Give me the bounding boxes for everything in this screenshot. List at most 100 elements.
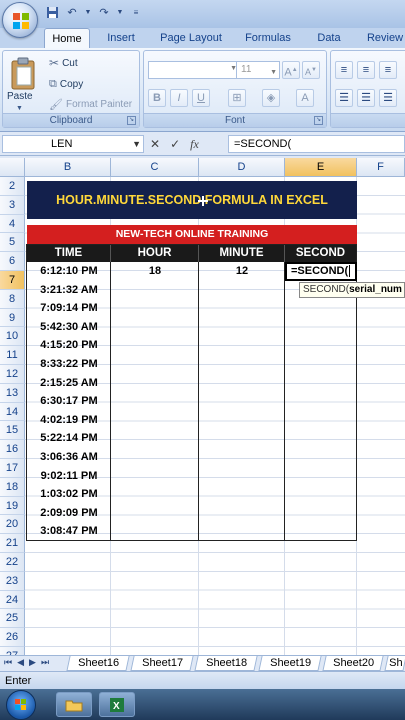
row-header-11[interactable]: 11 <box>0 346 25 365</box>
row-header-22[interactable]: 22 <box>0 553 25 572</box>
row-header-17[interactable]: 17 <box>0 459 25 478</box>
enter-check-icon[interactable]: ✓ <box>170 137 180 151</box>
column-header-c[interactable]: C <box>111 158 199 177</box>
next-sheet-icon[interactable]: ▶ <box>29 657 36 668</box>
name-box-dropdown-icon[interactable]: ▼ <box>132 136 141 152</box>
row-header-2[interactable]: 2 <box>0 177 25 196</box>
start-button[interactable] <box>6 690 36 720</box>
font-size-dropdown-icon[interactable]: ▼ <box>270 65 277 81</box>
row-header-12[interactable]: 12 <box>0 365 25 384</box>
column-header-e[interactable]: E <box>285 158 357 177</box>
row-header-3[interactable]: 3 <box>0 195 25 215</box>
sheet-tab-19[interactable]: Sheet19 <box>258 656 322 671</box>
font-size-combo[interactable]: 11 ▼ <box>236 61 280 79</box>
font-color-icon[interactable]: A <box>296 89 314 107</box>
font-launcher-icon[interactable]: ↘ <box>314 116 323 125</box>
last-sheet-icon[interactable]: ⏭ <box>41 657 49 668</box>
time-cell[interactable]: 4:02:19 PM <box>27 411 111 430</box>
sheet-subtitle-banner[interactable]: NEW-TECH ONLINE TRAINING <box>27 225 357 244</box>
column-header-f[interactable]: F <box>357 158 405 177</box>
row-header-8[interactable]: 8 <box>0 289 25 309</box>
tab-insert[interactable]: Insert <box>98 28 144 48</box>
paste-icon[interactable] <box>9 57 39 91</box>
header-minute[interactable]: MINUTE <box>199 244 285 262</box>
align-middle-icon[interactable]: ≡ <box>357 61 375 79</box>
time-cell[interactable]: 8:33:22 PM <box>27 355 111 374</box>
sheet-tab-16[interactable]: Sheet16 <box>66 656 130 671</box>
time-cell[interactable]: 7:09:14 PM <box>27 299 111 318</box>
select-all-corner[interactable] <box>0 158 25 177</box>
customize-qat-icon[interactable]: ≡ <box>128 4 144 20</box>
undo-icon[interactable]: ↶ <box>64 4 80 20</box>
row-header-15[interactable]: 15 <box>0 421 25 441</box>
format-painter-button[interactable]: 🖌 Format Painter <box>49 96 132 112</box>
row-header-19[interactable]: 19 <box>0 496 25 516</box>
time-cell[interactable]: 3:08:47 PM <box>27 522 111 541</box>
time-cell[interactable]: 5:22:14 PM <box>27 429 111 448</box>
sheet-tab-partial[interactable]: Sh <box>384 656 405 671</box>
cut-button[interactable]: ✂ Cut <box>49 55 78 71</box>
italic-button[interactable]: I <box>170 89 188 107</box>
redo-dropdown-icon[interactable]: ▼ <box>116 4 124 20</box>
cancel-icon[interactable]: ✕ <box>150 137 160 151</box>
tab-home[interactable]: Home <box>44 28 90 48</box>
time-cell[interactable]: 2:15:25 AM <box>27 374 111 393</box>
name-box[interactable]: LEN ▼ <box>2 135 144 153</box>
office-button[interactable] <box>2 2 38 38</box>
save-icon[interactable] <box>44 4 60 20</box>
row-header-20[interactable]: 20 <box>0 515 25 535</box>
header-time[interactable]: TIME <box>27 244 111 262</box>
tab-page-layout[interactable]: Page Layout <box>153 28 229 48</box>
align-left-icon[interactable]: ☰ <box>335 89 353 107</box>
time-cell[interactable]: 4:15:20 PM <box>27 336 111 355</box>
paste-dropdown-icon[interactable]: ▼ <box>16 105 23 112</box>
fill-color-icon[interactable]: ◈ <box>262 89 280 107</box>
first-sheet-icon[interactable]: ⏮ <box>4 657 12 668</box>
taskbar-explorer[interactable] <box>56 692 92 717</box>
align-right-icon[interactable]: ☰ <box>379 89 397 107</box>
row-header-16[interactable]: 16 <box>0 440 25 459</box>
row-header-23[interactable]: 23 <box>0 571 25 591</box>
redo-icon[interactable]: ↷ <box>96 4 112 20</box>
time-cell[interactable]: 3:21:32 AM <box>27 281 111 300</box>
grow-font-button[interactable]: A▲ <box>282 61 300 79</box>
time-cell[interactable]: 5:42:30 AM <box>27 318 111 337</box>
sheet-tab-17[interactable]: Sheet17 <box>130 656 194 671</box>
time-cell[interactable]: 6:12:10 PM <box>27 262 111 281</box>
undo-dropdown-icon[interactable]: ▼ <box>84 4 92 20</box>
borders-icon[interactable]: ⊞ <box>228 89 246 107</box>
align-top-icon[interactable]: ≡ <box>335 61 353 79</box>
sheet-title-banner[interactable]: HOUR.MINUTE.SECOND FORMULA IN EXCEL <box>27 181 357 219</box>
row-header-4[interactable]: 4 <box>0 214 25 234</box>
row-header-6[interactable]: 6 <box>0 252 25 271</box>
row-header-7[interactable]: 7 <box>0 271 25 290</box>
row-header-10[interactable]: 10 <box>0 327 25 347</box>
row-header-14[interactable]: 14 <box>0 402 25 422</box>
row-header-13[interactable]: 13 <box>0 383 25 403</box>
header-hour[interactable]: HOUR <box>111 244 199 262</box>
align-bottom-icon[interactable]: ≡ <box>379 61 397 79</box>
font-name-combo[interactable]: ▼ <box>148 61 240 79</box>
taskbar-excel[interactable]: X <box>99 692 135 717</box>
cell-c7-hour[interactable]: 18 <box>111 262 199 281</box>
cell-d7-minute[interactable]: 12 <box>199 262 285 281</box>
insert-function-icon[interactable]: fx <box>190 137 199 152</box>
row-header-25[interactable]: 25 <box>0 609 25 629</box>
row-header-18[interactable]: 18 <box>0 477 25 497</box>
time-cell[interactable]: 9:02:11 PM <box>27 467 111 486</box>
shrink-font-button[interactable]: A▼ <box>302 61 320 79</box>
row-header-9[interactable]: 9 <box>0 308 25 328</box>
copy-button[interactable]: ⧉ Copy <box>49 76 83 92</box>
row-header-5[interactable]: 5 <box>0 233 25 253</box>
bold-button[interactable]: B <box>148 89 166 107</box>
row-header-21[interactable]: 21 <box>0 534 25 553</box>
sheet-tab-18[interactable]: Sheet18 <box>194 656 258 671</box>
clipboard-launcher-icon[interactable]: ↘ <box>127 116 136 125</box>
time-cell[interactable]: 3:06:36 AM <box>27 448 111 467</box>
underline-button[interactable]: U <box>192 89 210 107</box>
column-header-b[interactable]: B <box>25 158 111 177</box>
align-center-icon[interactable]: ☰ <box>357 89 375 107</box>
column-header-d[interactable]: D <box>199 158 285 177</box>
tab-review[interactable]: Review <box>360 28 405 48</box>
tab-data[interactable]: Data <box>306 28 352 48</box>
